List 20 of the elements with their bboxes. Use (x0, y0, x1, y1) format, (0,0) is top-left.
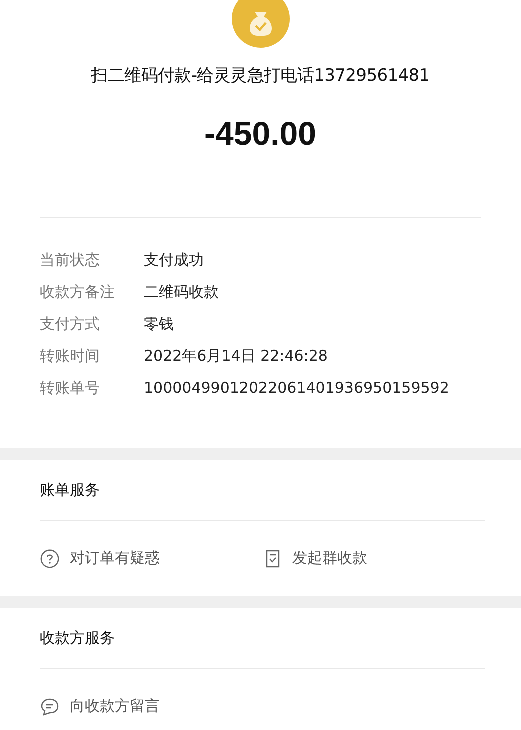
detail-value: 10000499012022061401936950159592 (144, 379, 450, 397)
detail-label: 转账时间 (40, 346, 101, 366)
payment-title: 扫二维码付款-给灵灵急打电话13729561481 (91, 65, 430, 87)
amount: -450.00 (204, 115, 316, 153)
detail-value: 2022年6月14日 22:46:28 (144, 346, 328, 366)
detail-value: 零钱 (144, 314, 174, 334)
money-bag-icon (232, 0, 290, 48)
service-link[interactable]: 对订单有疑惑 (40, 548, 262, 568)
chat-icon (40, 696, 60, 716)
detail-label: 支付方式 (40, 314, 101, 334)
detail-label: 转账单号 (40, 378, 101, 398)
section-title: 收款方服务 (40, 608, 485, 669)
detail-value: 支付成功 (144, 250, 204, 270)
question-icon (40, 548, 60, 568)
section-title: 账单服务 (40, 460, 485, 521)
detail-label: 收款方备注 (40, 282, 116, 302)
service-link[interactable]: 发起群收款 (262, 548, 485, 568)
service-link[interactable]: 向收款方留言 (40, 696, 277, 716)
detail-label: 当前状态 (40, 250, 101, 270)
detail-value: 二维码收款 (144, 282, 219, 302)
